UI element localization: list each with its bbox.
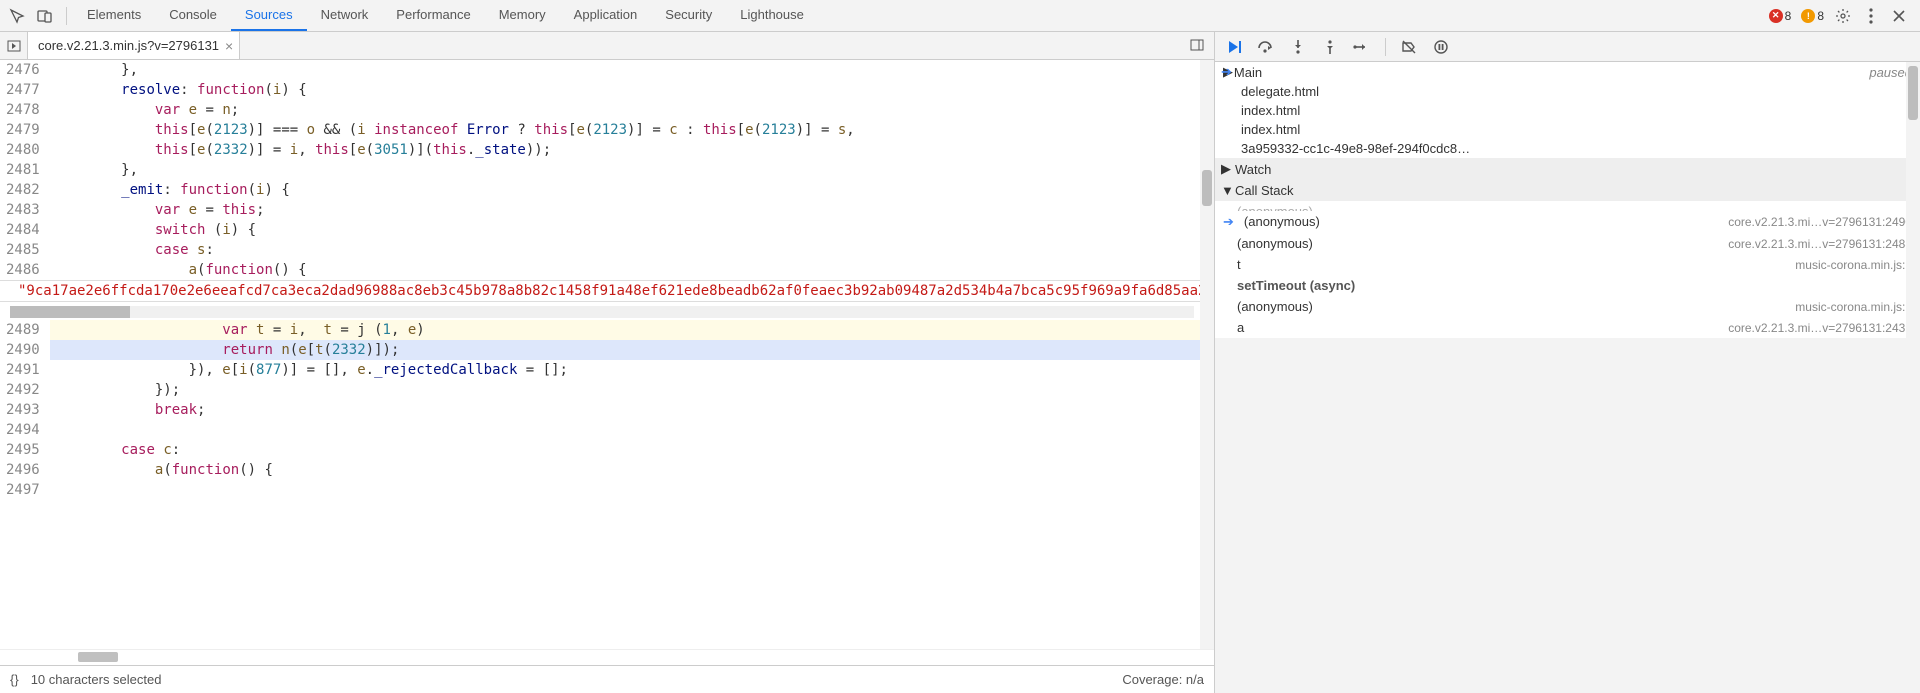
resume-icon[interactable] — [1225, 38, 1243, 56]
tooltip-scrollbar[interactable] — [10, 306, 1194, 318]
callstack-section-header[interactable]: ▼Call Stack — [1215, 180, 1920, 201]
editor-vertical-scrollbar[interactable] — [1200, 60, 1214, 649]
editor-horizontal-scrollbar[interactable] — [0, 649, 1214, 665]
editor-status-bar: {} 10 characters selected Coverage: n/a — [0, 665, 1214, 693]
line-number-gutter: 2476247724782479248024812482248324842485… — [0, 60, 50, 649]
thread-main[interactable]: ▶➔Mainpaused — [1215, 62, 1920, 82]
debugger-sidebar: ▶➔Mainpauseddelegate.htmlindex.htmlindex… — [1215, 32, 1920, 693]
warning-badge[interactable]: !8 — [1801, 9, 1824, 23]
devtools-tabs-row: Elements Console Sources Network Perform… — [0, 0, 1920, 32]
file-tab-close-icon[interactable]: × — [225, 38, 233, 54]
debugger-toolbar — [1215, 32, 1920, 62]
debugger-sidebar-toggle-icon[interactable] — [1188, 36, 1206, 54]
tab-security[interactable]: Security — [651, 0, 726, 31]
callstack-frame[interactable]: (anonymous)music-corona.min.js:1 — [1215, 296, 1920, 317]
panel-tabs: Elements Console Sources Network Perform… — [73, 0, 818, 31]
pretty-print-toggle[interactable]: {} — [10, 672, 19, 687]
step-icon[interactable] — [1353, 38, 1371, 56]
tab-sources[interactable]: Sources — [231, 0, 307, 31]
sidebar-vertical-scrollbar[interactable] — [1906, 62, 1920, 693]
file-tab[interactable]: core.v2.21.3.min.js?v=2796131 × — [28, 32, 240, 59]
tab-performance[interactable]: Performance — [382, 0, 484, 31]
thread-page[interactable]: index.html — [1215, 101, 1920, 120]
kebab-menu-icon[interactable] — [1862, 7, 1880, 25]
async-boundary: setTimeout (async) — [1215, 275, 1920, 296]
device-toolbar-icon[interactable] — [36, 7, 54, 25]
selection-status: 10 characters selected — [31, 672, 162, 687]
tab-network[interactable]: Network — [307, 0, 383, 31]
watch-section-header[interactable]: ▶Watch — [1215, 158, 1920, 180]
close-devtools-icon[interactable] — [1890, 7, 1908, 25]
error-count: 8 — [1785, 9, 1792, 23]
deactivate-breakpoints-icon[interactable] — [1400, 38, 1418, 56]
callstack-frame[interactable]: acore.v2.21.3.mi…v=2796131:2439 — [1215, 317, 1920, 338]
settings-icon[interactable] — [1834, 7, 1852, 25]
error-badge[interactable]: ✕8 — [1769, 9, 1792, 23]
code-editor[interactable]: 2476247724782479248024812482248324842485… — [0, 60, 1214, 649]
step-over-icon[interactable] — [1257, 38, 1275, 56]
coverage-status: Coverage: n/a — [1122, 672, 1204, 687]
tab-lighthouse[interactable]: Lighthouse — [726, 0, 818, 31]
file-tab-name: core.v2.21.3.min.js?v=2796131 — [38, 38, 219, 53]
inspect-icon[interactable] — [8, 7, 26, 25]
warning-count: 8 — [1817, 9, 1824, 23]
step-out-icon[interactable] — [1321, 38, 1339, 56]
thread-page[interactable]: index.html — [1215, 120, 1920, 139]
navigator-toggle-icon[interactable] — [0, 32, 28, 59]
tab-console[interactable]: Console — [155, 0, 231, 31]
callstack-frame[interactable]: (anonymous) — [1215, 201, 1920, 211]
thread-page[interactable]: 3a959332-cc1c-49e8-98ef-294f0cdc8… — [1215, 139, 1920, 158]
callstack-frame[interactable]: (anonymous)core.v2.21.3.mi…v=2796131:248… — [1215, 233, 1920, 254]
value-tooltip: "9ca17ae2e6ffcda170e2e6eeafcd7ca3eca2dad… — [0, 280, 1214, 302]
pause-on-exceptions-icon[interactable] — [1432, 38, 1450, 56]
tab-application[interactable]: Application — [560, 0, 652, 31]
tab-elements[interactable]: Elements — [73, 0, 155, 31]
callstack-frame[interactable]: tmusic-corona.min.js:1 — [1215, 254, 1920, 275]
step-into-icon[interactable] — [1289, 38, 1307, 56]
callstack-frame[interactable]: ➔(anonymous)core.v2.21.3.mi…v=2796131:24… — [1215, 211, 1920, 233]
file-tab-bar: core.v2.21.3.min.js?v=2796131 × — [0, 32, 1214, 60]
tab-memory[interactable]: Memory — [485, 0, 560, 31]
thread-page[interactable]: delegate.html — [1215, 82, 1920, 101]
